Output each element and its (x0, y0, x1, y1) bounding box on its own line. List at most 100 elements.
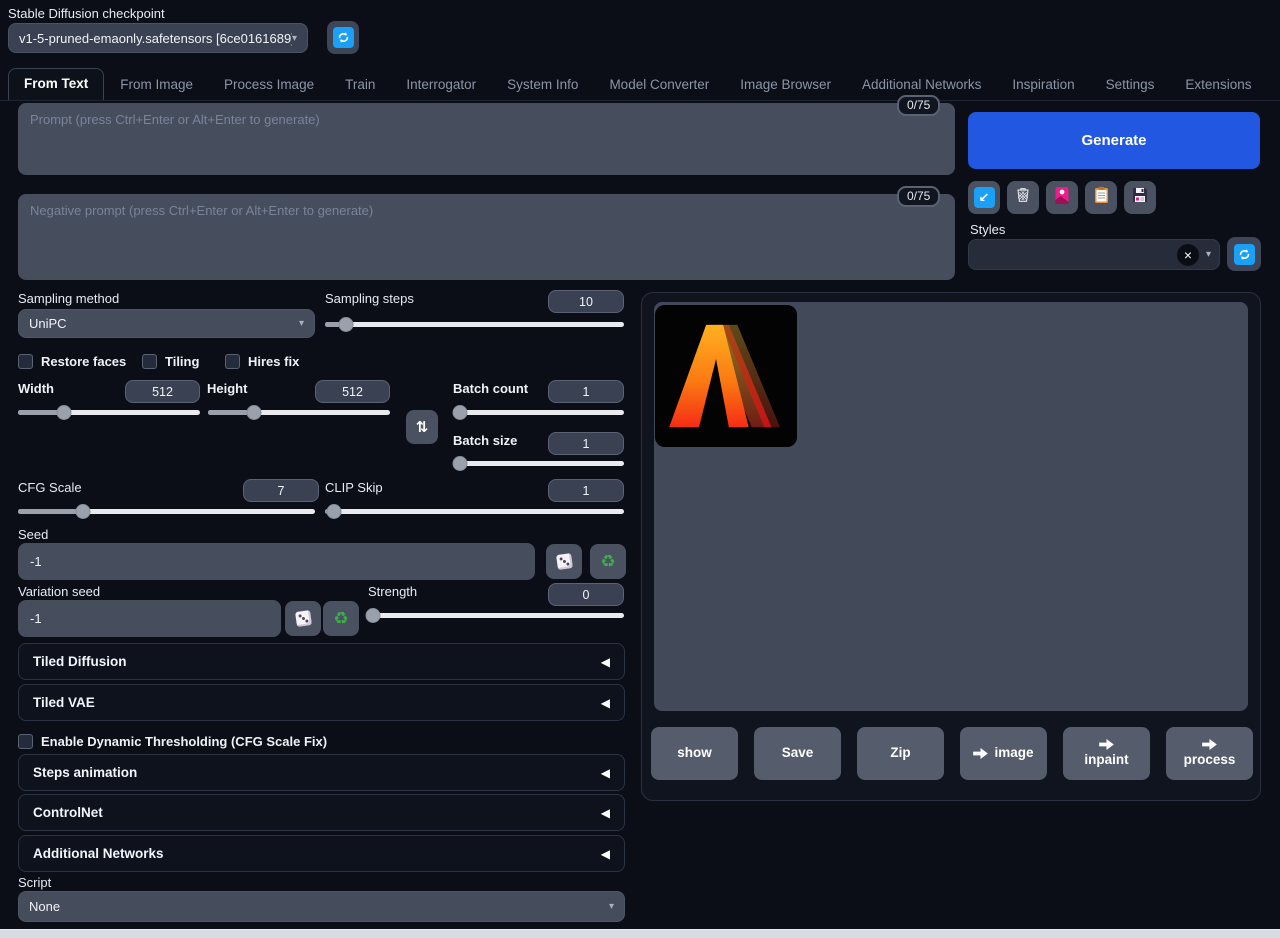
tab-from-text[interactable]: From Text (8, 68, 104, 100)
accordion-tiled-vae[interactable]: Tiled VAE ◀ (18, 684, 625, 721)
seed-input[interactable] (18, 543, 535, 580)
right-arrow-icon (1099, 739, 1114, 750)
accordion-controlnet[interactable]: ControlNet ◀ (18, 794, 625, 831)
strength-value[interactable]: 0 (548, 583, 624, 606)
seed-label: Seed (18, 527, 48, 542)
tab-inspiration[interactable]: Inspiration (1012, 70, 1074, 100)
sampling-steps-label: Sampling steps (325, 291, 414, 306)
tab-image-browser[interactable]: Image Browser (740, 70, 831, 100)
width-value[interactable]: 512 (125, 380, 200, 403)
width-slider[interactable] (18, 404, 200, 420)
output-actions-row: show Save Zip image inpaint process (651, 727, 1253, 780)
random-variation-seed-button[interactable] (285, 601, 321, 636)
zip-label: Zip (890, 745, 910, 762)
tab-interrogator[interactable]: Interrogator (406, 70, 476, 100)
generate-button[interactable]: Generate (968, 112, 1260, 169)
clip-skip-slider[interactable] (325, 503, 624, 519)
show-button[interactable]: show (651, 727, 738, 780)
show-label: show (677, 745, 712, 762)
height-value[interactable]: 512 (315, 380, 390, 403)
hires-fix-checkbox[interactable]: Hires fix (225, 354, 299, 369)
extra-networks-button[interactable] (1046, 181, 1078, 214)
variation-seed-input[interactable] (18, 600, 281, 637)
styles-refresh-button[interactable] (1227, 237, 1261, 271)
tab-train[interactable]: Train (345, 70, 375, 100)
dynamic-thresholding-checkbox[interactable]: Enable Dynamic Thresholding (CFG Scale F… (18, 734, 327, 749)
batch-size-label: Batch size (453, 433, 517, 448)
swap-dimensions-button[interactable]: ⇅ (406, 410, 438, 444)
footer-bar (0, 929, 1280, 938)
picture-card-icon (1054, 186, 1070, 209)
accordion-additional-networks[interactable]: Additional Networks ◀ (18, 835, 625, 872)
floppy-disk-icon (1132, 187, 1148, 208)
script-dropdown[interactable]: None ▾ (18, 891, 625, 922)
batch-count-slider[interactable] (455, 404, 624, 420)
paste-arrow-icon: ↙ (974, 187, 995, 208)
strength-slider[interactable] (368, 607, 624, 623)
refresh-icon (1234, 244, 1255, 265)
styles-dropdown[interactable]: × ▾ (968, 239, 1220, 270)
script-value: None (29, 899, 60, 914)
accordion-tiled-diffusion[interactable]: Tiled Diffusion ◀ (18, 643, 625, 680)
save-button[interactable]: Save (754, 727, 841, 780)
checkpoint-refresh-button[interactable] (327, 21, 359, 54)
accordion-steps-animation[interactable]: Steps animation ◀ (18, 754, 625, 791)
accordion-title: Tiled Diffusion (33, 654, 127, 669)
send-to-inpaint-button[interactable]: inpaint (1063, 727, 1150, 780)
checkpoint-label: Stable Diffusion checkpoint (8, 6, 165, 21)
paste-generation-params-button[interactable]: ↙ (968, 181, 1000, 214)
chevron-down-icon: ▾ (292, 33, 297, 44)
tab-process-image[interactable]: Process Image (224, 70, 314, 100)
batch-size-value[interactable]: 1 (548, 432, 624, 455)
checkbox-icon (18, 734, 33, 749)
random-seed-button[interactable] (546, 544, 582, 579)
apply-styles-button[interactable] (1085, 181, 1117, 214)
restore-faces-checkbox[interactable]: Restore faces (18, 354, 126, 369)
cfg-scale-value[interactable]: 7 (243, 479, 319, 502)
tab-from-image[interactable]: From Image (120, 70, 193, 100)
dice-icon (295, 610, 312, 627)
sampling-method-dropdown[interactable]: UniPC ▾ (18, 309, 315, 338)
prompt-input[interactable] (18, 103, 955, 175)
tiling-label: Tiling (165, 354, 199, 369)
right-arrow-icon (1202, 739, 1217, 750)
output-image-thumbnail[interactable] (655, 305, 797, 447)
accordion-collapsed-icon: ◀ (601, 655, 610, 669)
batch-size-slider[interactable] (455, 455, 624, 471)
batch-count-label: Batch count (453, 381, 528, 396)
reuse-variation-seed-button[interactable]: ♻ (323, 601, 359, 636)
checkpoint-value: v1-5-pruned-emaonly.safetensors [6ce0161… (19, 31, 292, 46)
tab-model-converter[interactable]: Model Converter (609, 70, 709, 100)
send-to-image-button[interactable]: image (960, 727, 1047, 780)
tab-system-info[interactable]: System Info (507, 70, 578, 100)
height-slider[interactable] (208, 404, 390, 420)
tab-extensions[interactable]: Extensions (1185, 70, 1251, 100)
cfg-scale-slider[interactable] (18, 503, 315, 519)
clip-skip-value[interactable]: 1 (548, 479, 624, 502)
accordion-title: Tiled VAE (33, 695, 95, 710)
app-logo (655, 305, 797, 447)
chevron-down-icon: ▾ (609, 901, 614, 912)
checkbox-icon (18, 354, 33, 369)
save-label: Save (782, 745, 814, 762)
negative-prompt-input[interactable] (18, 194, 955, 280)
prompt-token-counter: 0/75 (897, 95, 940, 116)
batch-count-value[interactable]: 1 (548, 380, 624, 403)
styles-clear-icon[interactable]: × (1177, 244, 1199, 266)
dice-icon (556, 553, 573, 570)
save-style-button[interactable] (1124, 181, 1156, 214)
checkpoint-dropdown[interactable]: v1-5-pruned-emaonly.safetensors [6ce0161… (8, 23, 308, 53)
tab-settings[interactable]: Settings (1106, 70, 1155, 100)
sampling-steps-slider[interactable] (325, 316, 624, 332)
send-to-inpaint-label: inpaint (1084, 752, 1128, 769)
sampling-steps-value[interactable]: 10 (548, 290, 624, 313)
clip-skip-label: CLIP Skip (325, 480, 383, 495)
width-label: Width (18, 381, 54, 396)
reuse-seed-button[interactable]: ♻ (590, 544, 626, 579)
tiling-checkbox[interactable]: Tiling (142, 354, 199, 369)
zip-button[interactable]: Zip (857, 727, 944, 780)
send-to-process-button[interactable]: process (1166, 727, 1253, 780)
checkbox-icon (225, 354, 240, 369)
clear-prompt-button[interactable] (1007, 181, 1039, 214)
sampling-method-value: UniPC (29, 316, 67, 331)
